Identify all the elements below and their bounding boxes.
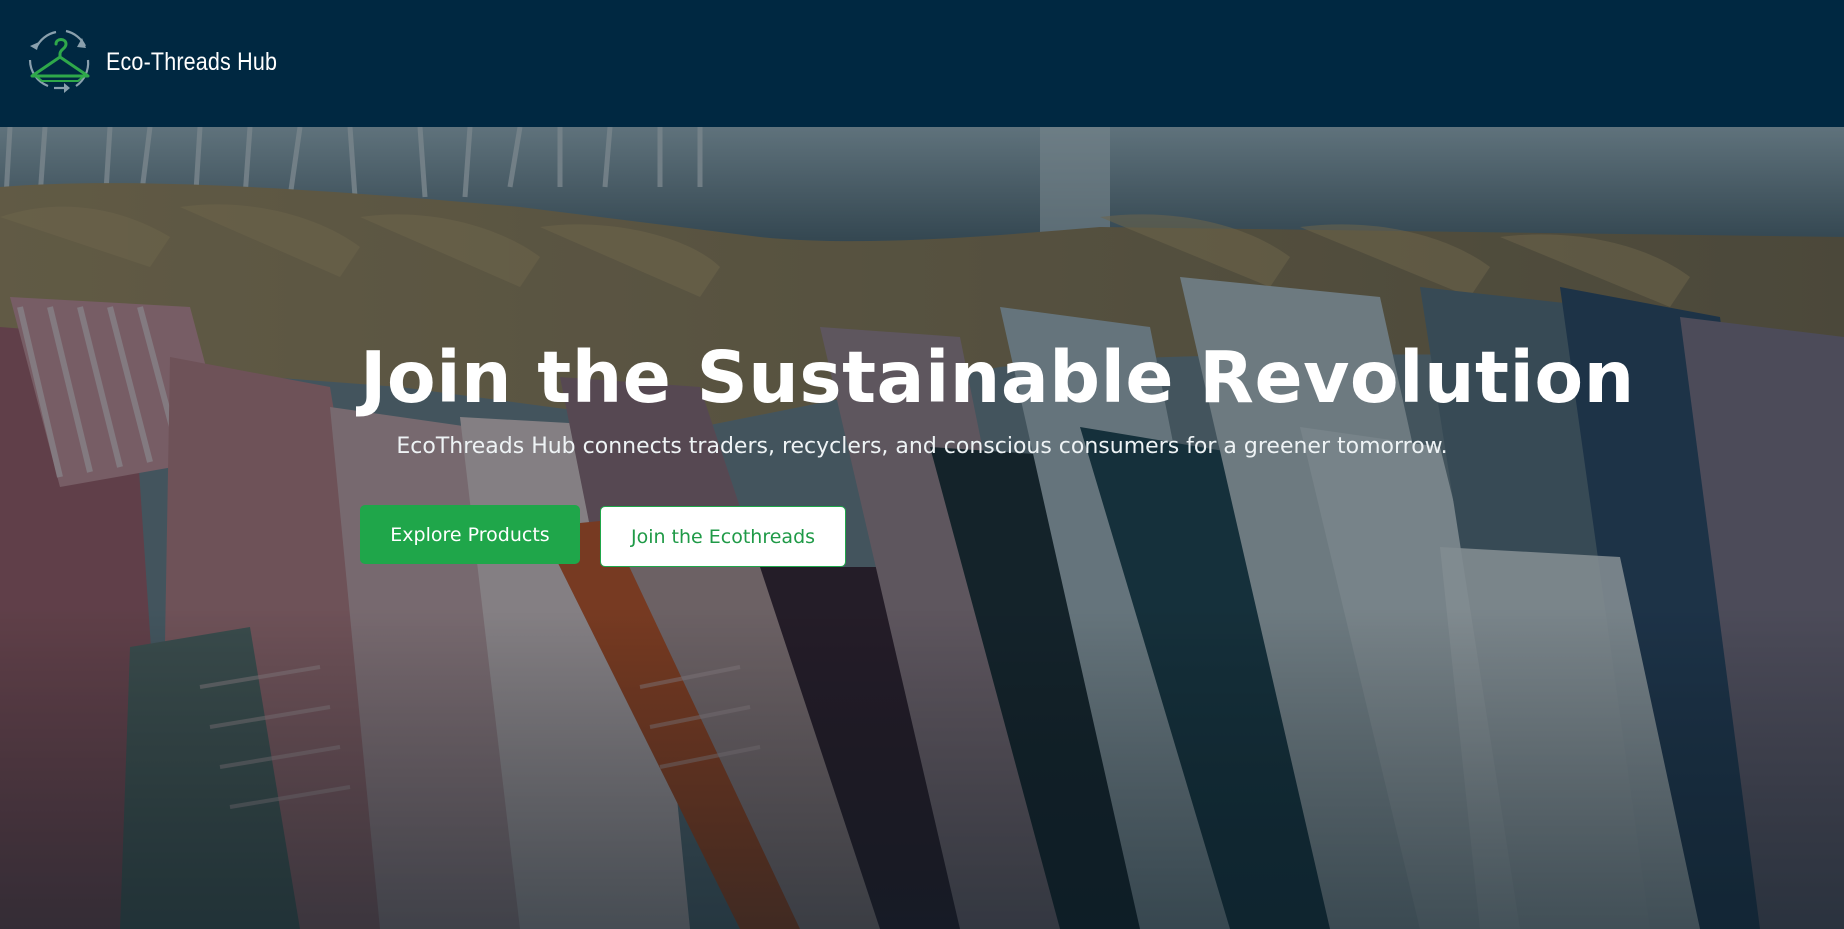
hero-title: Join the Sustainable Revolution xyxy=(360,336,1635,419)
top-navbar: Eco-Threads Hub xyxy=(0,0,1844,127)
join-ecothreads-button[interactable]: Join the Ecothreads xyxy=(600,506,846,567)
hero-section: Join the Sustainable Revolution EcoThrea… xyxy=(0,127,1844,929)
hero-actions: Explore Products Join the Ecothreads xyxy=(360,505,846,567)
explore-products-button[interactable]: Explore Products xyxy=(360,505,580,564)
hero-content: Join the Sustainable Revolution EcoThrea… xyxy=(360,336,1635,567)
hero-overlay xyxy=(0,127,1844,929)
brand-name: Eco-Threads Hub xyxy=(106,47,278,76)
hero-subtitle: EcoThreads Hub connects traders, recycle… xyxy=(396,434,1448,459)
recycle-hanger-icon xyxy=(28,29,90,93)
brand-home-link[interactable]: Eco-Threads Hub xyxy=(22,26,305,98)
